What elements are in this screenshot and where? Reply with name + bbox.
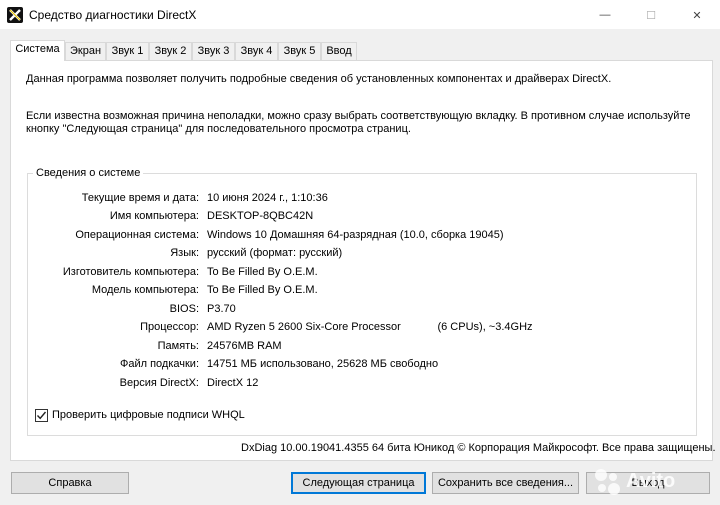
computer-name-label: Имя компьютера: [109,210,199,222]
tab-sound-1[interactable]: Звук 1 [106,42,149,60]
maximize-button[interactable]: ☐ [628,0,674,30]
tab-sound-2[interactable]: Звук 2 [149,42,192,60]
pagefile-label: Файл подкачки: [119,358,199,370]
window-title: Средство диагностики DirectX [29,8,197,22]
bios-label: BIOS: [169,303,199,315]
bios-value: P3.70 [207,303,236,315]
os-label: Операционная система: [75,229,199,241]
whql-checkbox[interactable] [35,409,48,422]
directx-app-icon [7,7,23,23]
close-icon: ✕ [692,9,702,22]
computer-name-value: DESKTOP-8QBC42N [207,210,314,222]
help-button[interactable]: Справка [11,472,129,494]
language-value: русский (формат: русский) [207,247,343,259]
dxdiag-version-text: DxDiag 10.00.19041.4355 64 бита Юникод ©… [241,442,716,454]
system-info-legend: Сведения о системе [33,167,144,179]
tab-system[interactable]: Система [10,40,65,61]
next-page-button[interactable]: Следующая страница [291,472,426,494]
memory-label: Память: [157,340,199,352]
title-bar: Средство диагностики DirectX — ☐ ✕ [0,0,720,30]
tab-display[interactable]: Экран [65,42,106,60]
close-button[interactable]: ✕ [674,0,720,30]
directx-version-value: DirectX 12 [207,377,259,389]
checkmark-icon [36,411,47,420]
whql-checkbox-label[interactable]: Проверить цифровые подписи WHQL [52,409,245,421]
system-info-group: Сведения о системе Текущие время и дата:… [27,167,697,436]
memory-value: 24576MB RAM [207,340,282,352]
exit-button[interactable]: Выход [586,472,710,494]
manufacturer-label: Изготовитель компьютера: [62,266,199,278]
language-label: Язык: [170,247,199,259]
save-all-button[interactable]: Сохранить все сведения... [432,472,579,494]
intro-text-1: Данная программа позволяет получить подр… [26,73,612,85]
model-value: To Be Filled By O.E.M. [207,284,318,296]
manufacturer-value: To Be Filled By O.E.M. [207,266,318,278]
datetime-value: 10 июня 2024 г., 1:10:36 [207,192,328,204]
processor-value: AMD Ryzen 5 2600 Six-Core Processor (6 C… [207,321,533,333]
minimize-icon: — [599,9,611,21]
minimize-button[interactable]: — [582,0,628,30]
processor-label: Процессор: [140,321,199,333]
os-value: Windows 10 Домашняя 64-разрядная (10.0, … [207,229,504,241]
directx-version-label: Версия DirectX: [119,377,199,389]
tab-input[interactable]: Ввод [321,42,357,60]
maximize-icon: ☐ [646,9,656,22]
intro-text-2: Если известна возможная причина неполадк… [26,110,691,135]
tab-sound-3[interactable]: Звук 3 [192,42,235,60]
tab-sound-5[interactable]: Звук 5 [278,42,321,60]
datetime-label: Текущие время и дата: [81,192,199,204]
system-tab-panel: Данная программа позволяет получить подр… [10,60,713,461]
model-label: Модель компьютера: [91,284,199,296]
pagefile-value: 14751 МБ использовано, 25628 МБ свободно [207,358,439,370]
tab-sound-4[interactable]: Звук 4 [235,42,278,60]
